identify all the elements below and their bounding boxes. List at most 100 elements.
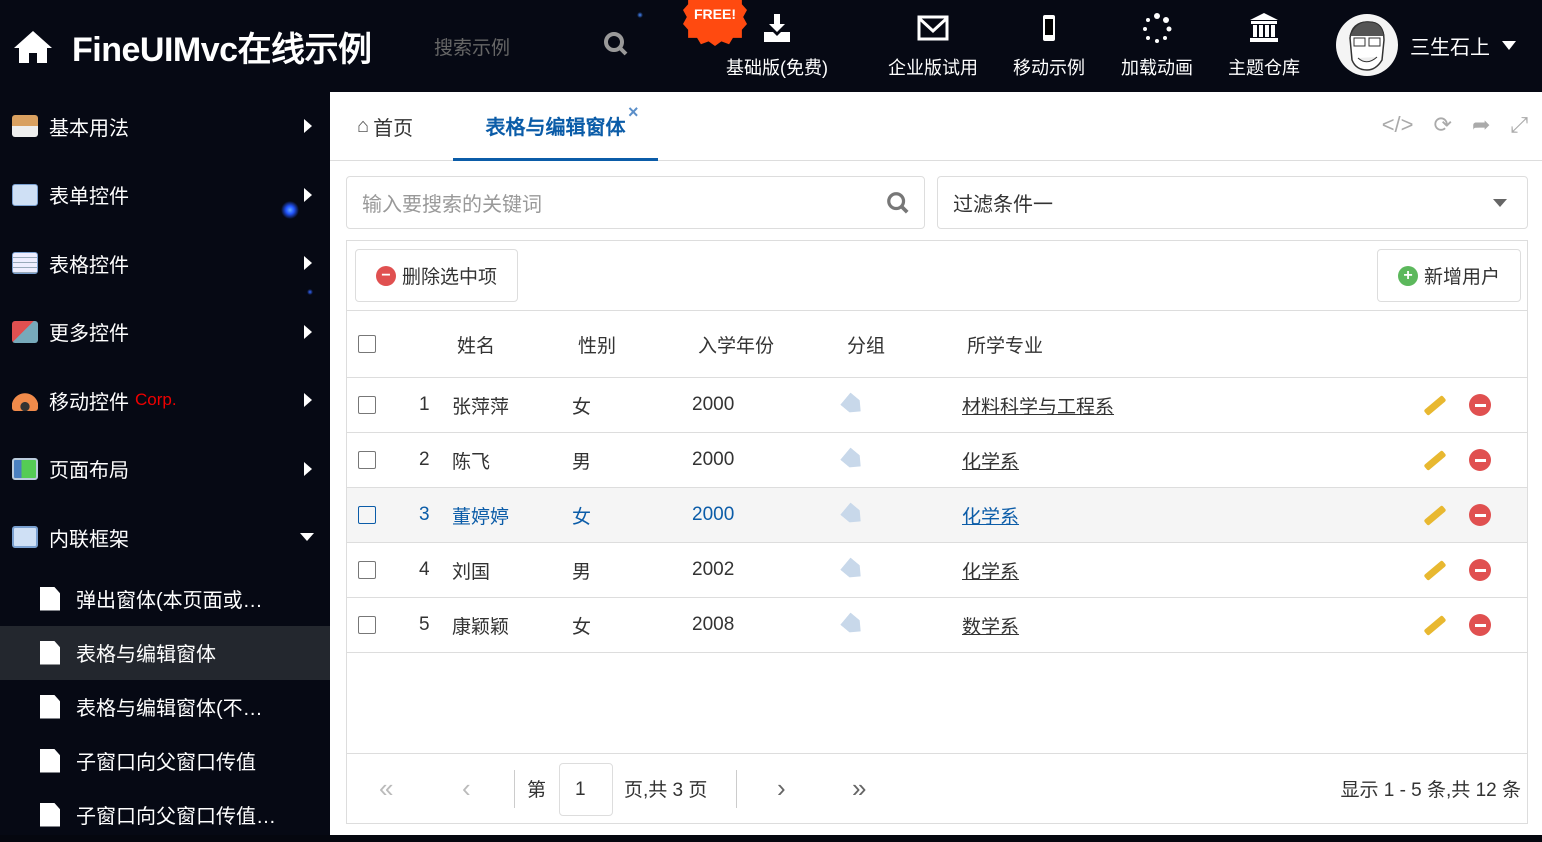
share-icon[interactable]: ➦ bbox=[1472, 112, 1490, 138]
nav-basic[interactable]: 基础版(免费) bbox=[726, 12, 828, 80]
nav-themes[interactable]: 主题仓库 bbox=[1228, 12, 1300, 80]
table-row[interactable]: 4 刘国 男 2002 化学系 bbox=[347, 543, 1527, 598]
page-number-input[interactable]: 1 bbox=[559, 763, 613, 816]
nav-enterprise[interactable]: 企业版试用 bbox=[888, 12, 978, 80]
last-page-icon[interactable]: » bbox=[852, 773, 866, 804]
chevron-down-icon bbox=[300, 533, 314, 542]
first-page-icon[interactable]: « bbox=[379, 773, 393, 804]
sidebar-subitem[interactable]: 弹出窗体(本页面或… bbox=[0, 572, 330, 626]
table-row[interactable]: 3 董婷婷 女 2000 化学系 bbox=[347, 488, 1527, 543]
download-icon bbox=[764, 14, 790, 42]
edit-pencil-icon[interactable] bbox=[1423, 394, 1447, 416]
cell-major-link[interactable]: 化学系 bbox=[962, 557, 1019, 584]
nav-mobile[interactable]: 移动示例 bbox=[1013, 12, 1085, 80]
cell-major-link[interactable]: 化学系 bbox=[962, 447, 1019, 474]
sidebar-item-label: 页面布局 bbox=[49, 460, 129, 483]
search-icon[interactable] bbox=[603, 31, 629, 57]
house-icon bbox=[12, 115, 38, 138]
row-checkbox[interactable] bbox=[358, 451, 376, 469]
pager: « ‹ 第 1 页,共 3 页 › » 显示 1 - 5 条,共 12 条 bbox=[347, 753, 1527, 823]
delete-selected-button[interactable]: − 删除选中项 bbox=[355, 249, 519, 302]
file-icon bbox=[40, 640, 60, 665]
prev-page-icon[interactable]: ‹ bbox=[462, 773, 471, 804]
delete-row-icon[interactable] bbox=[1469, 614, 1491, 636]
column-header[interactable]: 性别 bbox=[578, 331, 616, 358]
header-search-input[interactable]: 搜索示例 bbox=[434, 33, 510, 60]
sidebar-item-more[interactable]: 更多控件 bbox=[0, 298, 330, 367]
row-checkbox[interactable] bbox=[358, 616, 376, 634]
column-header[interactable]: 所学专业 bbox=[967, 331, 1043, 358]
sidebar-item-iframe[interactable]: 内联框架 bbox=[0, 503, 330, 572]
sidebar-item-mobile[interactable]: 移动控件 Corp. bbox=[0, 366, 330, 435]
sidebar-subitem-active[interactable]: 表格与编辑窗体 bbox=[0, 625, 330, 680]
delete-row-icon[interactable] bbox=[1469, 559, 1491, 581]
tag-icon bbox=[840, 502, 866, 527]
sidebar-item-form[interactable]: 表单控件 bbox=[0, 161, 330, 230]
add-user-button[interactable]: + 新增用户 bbox=[1376, 249, 1521, 302]
subitem-label: 表格与编辑窗体 bbox=[76, 644, 216, 666]
row-checkbox[interactable] bbox=[358, 396, 376, 414]
column-header[interactable]: 入学年份 bbox=[698, 331, 774, 358]
cell-gender: 女 bbox=[572, 616, 592, 638]
search-icon[interactable] bbox=[886, 191, 910, 215]
top-bar: FineUIMvc在线示例 搜索示例 FREE! 基础版(免费) 企业版试用 移… bbox=[0, 0, 1542, 92]
cell-major-link[interactable]: 数学系 bbox=[962, 612, 1019, 639]
row-number: 3 bbox=[419, 504, 430, 525]
column-header[interactable]: 姓名 bbox=[457, 331, 495, 358]
select-all-checkbox[interactable] bbox=[358, 335, 376, 353]
cell-name: 康颖颖 bbox=[452, 616, 510, 638]
home-icon bbox=[14, 30, 52, 63]
delete-row-icon[interactable] bbox=[1469, 504, 1491, 526]
refresh-icon[interactable]: ⟳ bbox=[1434, 112, 1452, 138]
cell-gender: 男 bbox=[572, 561, 592, 583]
sidebar-subitem[interactable]: 子窗口向父窗口传值… bbox=[0, 788, 330, 842]
sidebar-item-layout[interactable]: 页面布局 bbox=[0, 435, 330, 504]
dropdown-value: 过滤条件一 bbox=[953, 194, 1053, 216]
edit-pencil-icon[interactable] bbox=[1423, 559, 1447, 581]
row-checkbox[interactable] bbox=[358, 561, 376, 579]
row-checkbox[interactable] bbox=[358, 506, 376, 524]
blocks-icon bbox=[12, 320, 38, 343]
sidebar-subitem[interactable]: 子窗口向父窗口传值 bbox=[0, 734, 330, 788]
close-tab-icon[interactable]: × bbox=[628, 102, 639, 123]
delete-row-icon[interactable] bbox=[1469, 449, 1491, 471]
logo[interactable]: FineUIMvc在线示例 bbox=[12, 22, 372, 71]
sidebar-item-label: 表单控件 bbox=[49, 186, 129, 209]
keyword-search-input[interactable]: 输入要搜索的关键词 bbox=[346, 176, 925, 229]
cell-year: 2002 bbox=[692, 559, 735, 580]
table-row[interactable]: 5 康颖颖 女 2008 数学系 bbox=[347, 598, 1527, 653]
minus-circle-icon: − bbox=[376, 265, 396, 286]
sidebar-subitem[interactable]: 表格与编辑窗体(不… bbox=[0, 680, 330, 734]
delete-row-icon[interactable] bbox=[1469, 394, 1491, 416]
filter-dropdown[interactable]: 过滤条件一 bbox=[937, 176, 1528, 229]
antenna-icon bbox=[12, 389, 38, 412]
table-row[interactable]: 1 张萍萍 女 2000 材料科学与工程系 bbox=[347, 378, 1527, 433]
edit-pencil-icon[interactable] bbox=[1423, 504, 1447, 526]
chevron-right-icon bbox=[304, 119, 312, 134]
nav-label: 基础版(免费) bbox=[726, 58, 828, 78]
layout-icon bbox=[12, 457, 38, 480]
page-suffix: 页,共 3 页 bbox=[624, 780, 708, 801]
row-number: 4 bbox=[419, 559, 430, 580]
table-row[interactable]: 2 陈飞 男 2000 化学系 bbox=[347, 433, 1527, 488]
next-page-icon[interactable]: › bbox=[777, 773, 786, 804]
sidebar-item-label: 表格控件 bbox=[49, 254, 129, 277]
app-title: FineUIMvc在线示例 bbox=[72, 31, 372, 69]
user-menu[interactable]: 三生石上 bbox=[1336, 14, 1516, 76]
column-header[interactable]: 分组 bbox=[847, 331, 885, 358]
sidebar-item-label: 移动控件 bbox=[49, 391, 129, 414]
cell-major-link[interactable]: 化学系 bbox=[962, 502, 1019, 529]
sidebar-item-basic[interactable]: 基本用法 bbox=[0, 92, 330, 161]
expand-icon[interactable]: ⤢ bbox=[1510, 112, 1528, 138]
sidebar-item-grid[interactable]: 表格控件 bbox=[0, 229, 330, 298]
sidebar-item-label: 内联框架 bbox=[49, 528, 129, 551]
cell-major-link[interactable]: 材料科学与工程系 bbox=[962, 392, 1114, 419]
edit-pencil-icon[interactable] bbox=[1423, 614, 1447, 636]
tab-home[interactable]: ⌂ 首页 bbox=[357, 92, 413, 161]
sidebar: 基本用法 表单控件 表格控件 更多控件 移动控件 Corp. 页面布局 内联框架 … bbox=[0, 92, 330, 835]
nav-loading[interactable]: 加载动画 bbox=[1121, 12, 1193, 80]
page-prefix: 第 bbox=[527, 780, 547, 801]
code-icon[interactable]: </> bbox=[1382, 112, 1414, 138]
edit-pencil-icon[interactable] bbox=[1423, 449, 1447, 471]
row-number: 2 bbox=[419, 449, 430, 470]
